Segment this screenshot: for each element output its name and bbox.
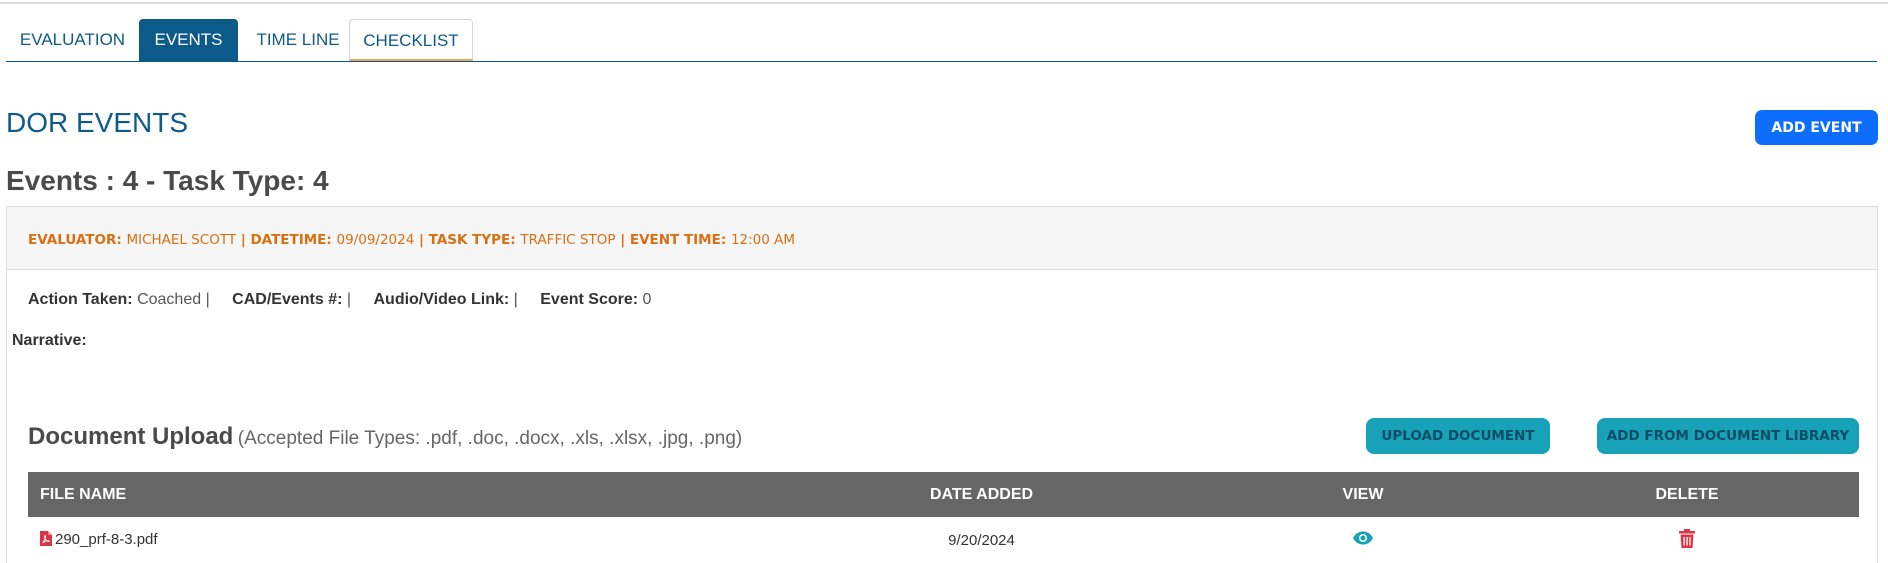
- top-divider: [0, 2, 1888, 4]
- evaluator-label: EVALUATOR:: [28, 232, 122, 248]
- tab-time-line[interactable]: TIME LINE: [242, 19, 354, 60]
- datetime-label: DATETIME:: [250, 232, 332, 248]
- column-delete: DELETE: [1515, 472, 1859, 517]
- separator: |: [240, 232, 246, 248]
- tab-bar: EVALUATION EVENTS TIME LINE CHECKLIST: [6, 19, 1877, 62]
- column-date-added: DATE ADDED: [752, 472, 1211, 517]
- task-type-value: TRAFFIC STOP: [520, 232, 616, 248]
- file-name[interactable]: 290_prf-8-3.pdf: [55, 531, 158, 548]
- separator: |: [419, 232, 424, 248]
- file-pdf-icon: [40, 530, 52, 550]
- event-score-value: 0: [642, 291, 652, 308]
- eye-icon[interactable]: [1352, 531, 1374, 549]
- audio-video-label: Audio/Video Link:: [373, 291, 510, 308]
- tab-events[interactable]: EVENTS: [139, 19, 238, 61]
- task-type-label: TASK TYPE:: [428, 232, 516, 248]
- evaluator-value: MICHAEL SCOTT: [126, 232, 237, 248]
- separator: |: [620, 232, 626, 248]
- separator: |: [346, 291, 352, 308]
- action-taken-label: Action Taken:: [28, 291, 133, 308]
- narrative-label: Narrative:: [12, 332, 87, 349]
- file-name-cell: 290_prf-8-3.pdf: [28, 517, 752, 563]
- delete-cell: [1515, 517, 1859, 563]
- document-upload-heading: Document Upload (Accepted File Types: .p…: [28, 423, 742, 451]
- datetime-value: 09/09/2024: [336, 232, 415, 248]
- add-event-button[interactable]: ADD EVENT: [1755, 110, 1878, 145]
- date-added-cell: 9/20/2024: [948, 531, 1015, 549]
- event-summary: EVALUATOR: MICHAEL SCOTT | DATETIME: 09/…: [28, 232, 795, 248]
- event-time-value: 12:00 AM: [730, 232, 796, 248]
- page-title: DOR EVENTS: [6, 107, 189, 138]
- tab-evaluation[interactable]: EVALUATION: [6, 19, 139, 60]
- accepted-file-types: (Accepted File Types: .pdf, .doc, .docx,…: [237, 428, 743, 449]
- tab-checklist[interactable]: CHECKLIST: [349, 19, 473, 61]
- add-from-library-button[interactable]: ADD FROM DOCUMENT LIBRARY: [1597, 418, 1859, 454]
- table-header-row: FILE NAME DATE ADDED VIEW DELETE: [28, 472, 1859, 517]
- upload-document-button[interactable]: UPLOAD DOCUMENT: [1366, 418, 1550, 454]
- event-card-header: EVALUATOR: MICHAEL SCOTT | DATETIME: 09/…: [7, 207, 1877, 270]
- separator: |: [513, 291, 518, 308]
- event-score-label: Event Score:: [540, 291, 639, 308]
- table-row: 290_prf-8-3.pdf 9/20/2024: [28, 517, 1859, 563]
- event-card: EVALUATOR: MICHAEL SCOTT | DATETIME: 09/…: [6, 206, 1878, 563]
- page: EVALUATION EVENTS TIME LINE CHECKLIST DO…: [0, 0, 1888, 563]
- action-taken-value: Coached: [137, 291, 202, 308]
- view-cell: [1211, 517, 1515, 563]
- separator: |: [205, 291, 210, 308]
- documents-table: FILE NAME DATE ADDED VIEW DELETE 290_prf…: [28, 472, 1859, 563]
- event-time-label: EVENT TIME:: [629, 232, 727, 248]
- event-details: Action Taken: Coached | CAD/Events #: | …: [28, 291, 651, 309]
- events-count-heading: Events : 4 - Task Type: 4: [6, 165, 329, 196]
- column-file-name: FILE NAME: [28, 472, 752, 517]
- cad-events-label: CAD/Events #:: [232, 291, 343, 308]
- trash-icon[interactable]: [1679, 528, 1695, 552]
- document-upload-title: Document Upload: [28, 423, 234, 450]
- column-view: VIEW: [1211, 472, 1515, 517]
